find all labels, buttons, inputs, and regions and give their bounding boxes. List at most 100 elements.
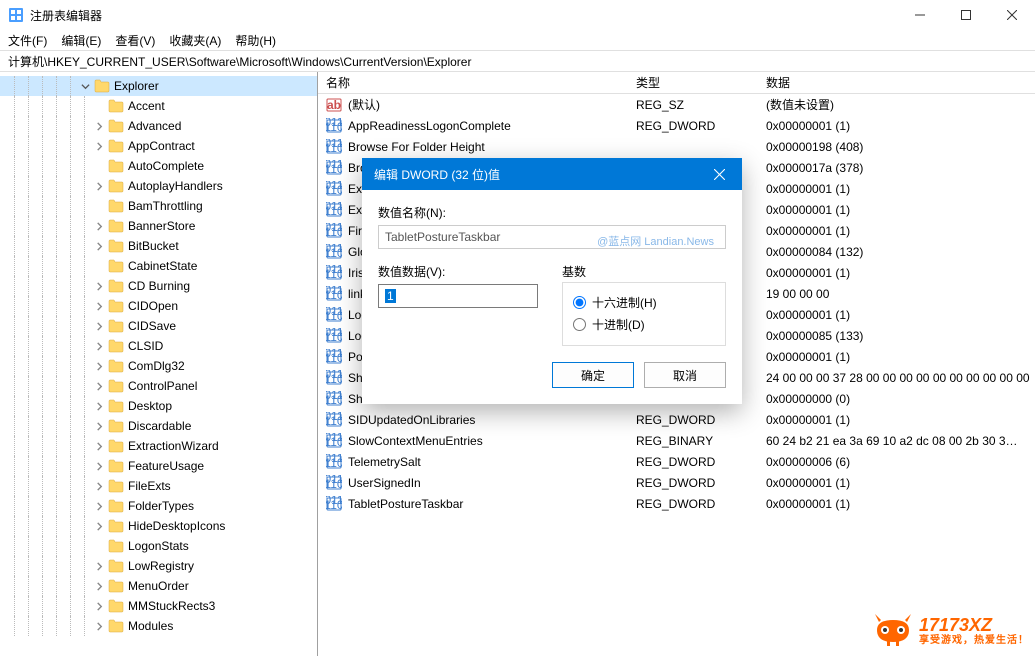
chevron-right-icon[interactable] bbox=[92, 279, 106, 293]
tree-item-extractionwizard[interactable]: ExtractionWizard bbox=[0, 436, 317, 456]
tree-item-lowregistry[interactable]: LowRegistry bbox=[0, 556, 317, 576]
chevron-right-icon[interactable] bbox=[92, 179, 106, 193]
chevron-right-icon[interactable] bbox=[92, 299, 106, 313]
chevron-right-icon[interactable] bbox=[92, 599, 106, 613]
tree-item-accent[interactable]: Accent bbox=[0, 96, 317, 116]
menu-file[interactable]: 文件(F) bbox=[8, 32, 47, 49]
menu-help[interactable]: 帮助(H) bbox=[235, 32, 276, 49]
radio-dec-input[interactable] bbox=[573, 318, 586, 331]
tree-item-label: LogonStats bbox=[128, 539, 189, 553]
tree-item-menuorder[interactable]: MenuOrder bbox=[0, 576, 317, 596]
cancel-button[interactable]: 取消 bbox=[644, 362, 726, 388]
chevron-right-icon[interactable] bbox=[92, 219, 106, 233]
chevron-right-icon[interactable] bbox=[92, 519, 106, 533]
radio-hex-input[interactable] bbox=[573, 296, 586, 309]
window-title: 注册表编辑器 bbox=[30, 7, 897, 24]
value-row[interactable]: 011110TelemetrySaltREG_DWORD0x00000006 (… bbox=[318, 451, 1035, 472]
tree-item-cidsave[interactable]: CIDSave bbox=[0, 316, 317, 336]
chevron-right-icon[interactable] bbox=[92, 619, 106, 633]
tree-item-logonstats[interactable]: LogonStats bbox=[0, 536, 317, 556]
value-data: 0x00000006 (6) bbox=[758, 455, 1035, 469]
chevron-right-icon[interactable] bbox=[92, 339, 106, 353]
chevron-right-icon[interactable] bbox=[92, 119, 106, 133]
chevron-right-icon[interactable] bbox=[92, 559, 106, 573]
tree-item-bamthrottling[interactable]: BamThrottling bbox=[0, 196, 317, 216]
tree-item-foldertypes[interactable]: FolderTypes bbox=[0, 496, 317, 516]
chevron-right-icon[interactable] bbox=[92, 479, 106, 493]
svg-text:110: 110 bbox=[326, 330, 342, 344]
svg-text:110: 110 bbox=[326, 351, 342, 365]
tree-item-label: MMStuckRects3 bbox=[128, 599, 215, 613]
value-data: 24 00 00 00 37 28 00 00 00 00 00 00 00 0… bbox=[758, 371, 1035, 385]
dialog-close-button[interactable] bbox=[696, 158, 742, 190]
value-row[interactable]: 011110UserSignedInREG_DWORD0x00000001 (1… bbox=[318, 472, 1035, 493]
value-type: REG_SZ bbox=[628, 98, 758, 112]
ok-button[interactable]: 确定 bbox=[552, 362, 634, 388]
value-row[interactable]: 011110Browse For Folder Height0x00000198… bbox=[318, 136, 1035, 157]
value-data: 19 00 00 00 bbox=[758, 287, 1035, 301]
address-bar[interactable]: 计算机\HKEY_CURRENT_USER\Software\Microsoft… bbox=[0, 50, 1035, 72]
chevron-right-icon[interactable] bbox=[92, 139, 106, 153]
value-row[interactable]: ab(默认)REG_SZ(数值未设置) bbox=[318, 94, 1035, 115]
tree-item-label: ComDlg32 bbox=[128, 359, 185, 373]
brand-main-text: 17173XZ bbox=[919, 616, 1029, 636]
col-header-name[interactable]: 名称 bbox=[318, 74, 628, 91]
menu-view[interactable]: 查看(V) bbox=[115, 32, 155, 49]
tree-item-autoplayhandlers[interactable]: AutoplayHandlers bbox=[0, 176, 317, 196]
tree-item-bitbucket[interactable]: BitBucket bbox=[0, 236, 317, 256]
tree-item-autocomplete[interactable]: AutoComplete bbox=[0, 156, 317, 176]
value-data-field[interactable]: 1 bbox=[378, 284, 538, 308]
tree-item-cd-burning[interactable]: CD Burning bbox=[0, 276, 317, 296]
chevron-right-icon[interactable] bbox=[92, 239, 106, 253]
chevron-right-icon[interactable] bbox=[92, 459, 106, 473]
tree-item-discardable[interactable]: Discardable bbox=[0, 416, 317, 436]
value-row[interactable]: 011110AppReadinessLogonCompleteREG_DWORD… bbox=[318, 115, 1035, 136]
chevron-right-icon[interactable] bbox=[92, 579, 106, 593]
tree-pane[interactable]: ExplorerAccent Advanced AppContractAutoCom… bbox=[0, 72, 318, 656]
value-data: 0x00000198 (408) bbox=[758, 140, 1035, 154]
tree-item-hidedesktopicons[interactable]: HideDesktopIcons bbox=[0, 516, 317, 536]
menu-favorites[interactable]: 收藏夹(A) bbox=[169, 32, 221, 49]
tree-item-label: Modules bbox=[128, 619, 173, 633]
menu-edit[interactable]: 编辑(E) bbox=[61, 32, 101, 49]
tree-item-clsid[interactable]: CLSID bbox=[0, 336, 317, 356]
tree-item-cabinetstate[interactable]: CabinetState bbox=[0, 256, 317, 276]
tree-item-desktop[interactable]: Desktop bbox=[0, 396, 317, 416]
tree-item-modules[interactable]: Modules bbox=[0, 616, 317, 636]
base-group: 十六进制(H) 十进制(D) bbox=[562, 282, 726, 346]
value-data: 0x00000084 (132) bbox=[758, 245, 1035, 259]
watermark: @蓝点网 Landian.News bbox=[597, 233, 714, 249]
chevron-down-icon[interactable] bbox=[78, 79, 92, 93]
tree-item-featureusage[interactable]: FeatureUsage bbox=[0, 456, 317, 476]
chevron-right-icon[interactable] bbox=[92, 399, 106, 413]
tree-item-cidopen[interactable]: CIDOpen bbox=[0, 296, 317, 316]
tree-item-appcontract[interactable]: AppContract bbox=[0, 136, 317, 156]
maximize-button[interactable] bbox=[943, 0, 989, 30]
tree-item-label: Advanced bbox=[128, 119, 181, 133]
value-name-label: 数值名称(N): bbox=[378, 204, 726, 221]
tree-item-advanced[interactable]: Advanced bbox=[0, 116, 317, 136]
chevron-right-icon[interactable] bbox=[92, 379, 106, 393]
minimize-button[interactable] bbox=[897, 0, 943, 30]
value-name: UserSignedIn bbox=[348, 476, 421, 490]
radio-dec[interactable]: 十进制(D) bbox=[573, 313, 715, 335]
chevron-right-icon[interactable] bbox=[92, 499, 106, 513]
value-row[interactable]: 011110TabletPostureTaskbarREG_DWORD0x000… bbox=[318, 493, 1035, 514]
tree-item-mmstuckrects3[interactable]: MMStuckRects3 bbox=[0, 596, 317, 616]
chevron-right-icon[interactable] bbox=[92, 419, 106, 433]
col-header-data[interactable]: 数据 bbox=[758, 74, 1035, 91]
tree-item-explorer[interactable]: Explorer bbox=[0, 76, 317, 96]
value-row[interactable]: 011110SIDUpdatedOnLibrariesREG_DWORD0x00… bbox=[318, 409, 1035, 430]
tree-item-comdlg32[interactable]: ComDlg32 bbox=[0, 356, 317, 376]
chevron-right-icon[interactable] bbox=[92, 319, 106, 333]
tree-item-label: LowRegistry bbox=[128, 559, 194, 573]
close-button[interactable] bbox=[989, 0, 1035, 30]
chevron-right-icon[interactable] bbox=[92, 359, 106, 373]
col-header-type[interactable]: 类型 bbox=[628, 74, 758, 91]
radio-hex[interactable]: 十六进制(H) bbox=[573, 291, 715, 313]
tree-item-fileexts[interactable]: FileExts bbox=[0, 476, 317, 496]
tree-item-bannerstore[interactable]: BannerStore bbox=[0, 216, 317, 236]
value-row[interactable]: 011110SlowContextMenuEntriesREG_BINARY60… bbox=[318, 430, 1035, 451]
chevron-right-icon[interactable] bbox=[92, 439, 106, 453]
tree-item-controlpanel[interactable]: ControlPanel bbox=[0, 376, 317, 396]
